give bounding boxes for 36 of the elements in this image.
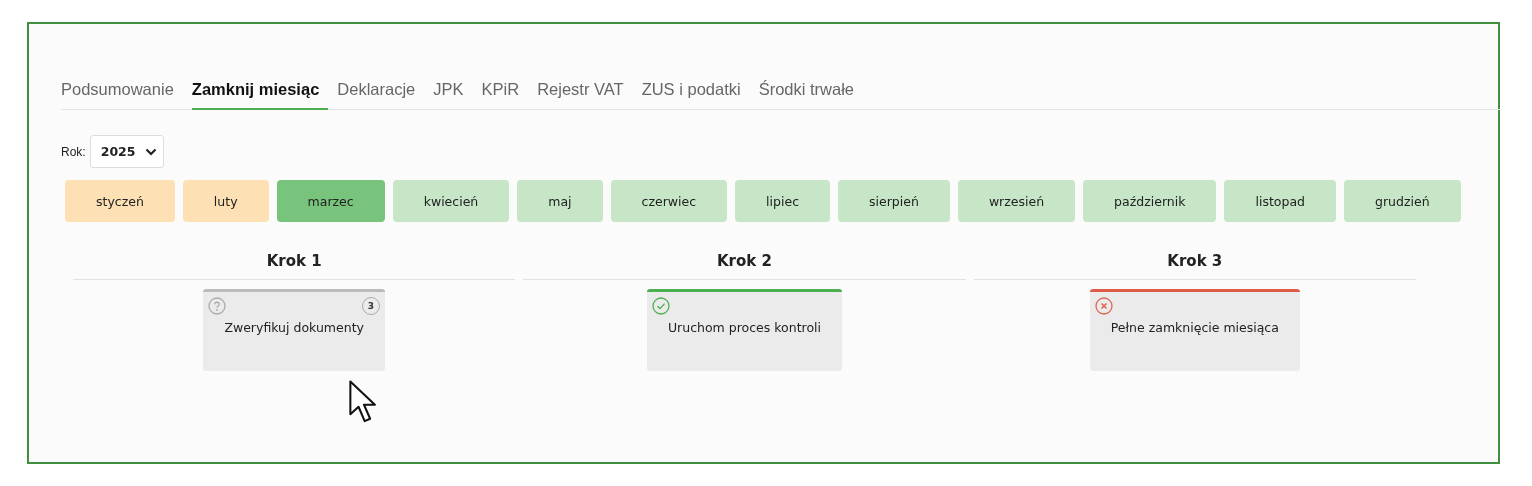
card-title: Pełne zamknięcie miesiąca bbox=[1109, 319, 1280, 335]
month-button[interactable]: grudzień bbox=[1344, 180, 1461, 222]
month-button[interactable]: czerwiec bbox=[610, 180, 728, 222]
x-circle-icon bbox=[1094, 297, 1113, 315]
month-button[interactable]: listopad bbox=[1224, 180, 1336, 222]
tab[interactable]: Podsumowanie bbox=[61, 76, 183, 109]
tab[interactable]: KPiR bbox=[481, 76, 529, 109]
month-button[interactable]: sierpień bbox=[838, 180, 950, 222]
tab[interactable]: Środki trwałe bbox=[758, 76, 864, 109]
step-card[interactable]: Pełne zamknięcie miesiąca bbox=[1089, 289, 1300, 371]
month-button[interactable]: wrzesień bbox=[957, 180, 1076, 222]
tab[interactable]: JPK bbox=[433, 76, 473, 109]
tab[interactable]: ZUS i podatki bbox=[641, 76, 750, 109]
step-heading: Krok 3 bbox=[973, 252, 1416, 280]
chevron-down-icon bbox=[145, 147, 158, 156]
year-label: Rok: bbox=[61, 144, 86, 159]
card-title: Zweryfikuj dokumenty bbox=[223, 319, 365, 335]
month-button[interactable]: maj bbox=[517, 180, 603, 222]
tab[interactable]: Zamknij miesiąc bbox=[191, 76, 329, 110]
step-card[interactable]: 3 Zweryfikuj dokumenty bbox=[203, 289, 385, 371]
mouse-cursor-icon bbox=[349, 380, 379, 424]
step-card[interactable]: Uruchom proces kontroli bbox=[646, 289, 842, 371]
check-circle-icon bbox=[651, 297, 670, 315]
month-button[interactable]: październik bbox=[1083, 180, 1217, 222]
month-button[interactable]: lipiec bbox=[735, 180, 831, 222]
month-button[interactable]: styczeń bbox=[65, 180, 175, 222]
month-button[interactable]: kwiecień bbox=[392, 180, 510, 222]
year-select[interactable]: 2025 bbox=[89, 135, 165, 168]
step-heading: Krok 1 bbox=[73, 252, 516, 280]
tab[interactable]: Rejestr VAT bbox=[537, 76, 633, 109]
question-circle-icon bbox=[208, 297, 227, 315]
card-title: Uruchom proces kontroli bbox=[666, 319, 822, 335]
tab[interactable]: Deklaracje bbox=[337, 76, 425, 109]
month-button[interactable]: luty bbox=[182, 180, 269, 222]
month-button[interactable]: marzec bbox=[276, 180, 385, 222]
step-heading: Krok 2 bbox=[523, 252, 966, 280]
